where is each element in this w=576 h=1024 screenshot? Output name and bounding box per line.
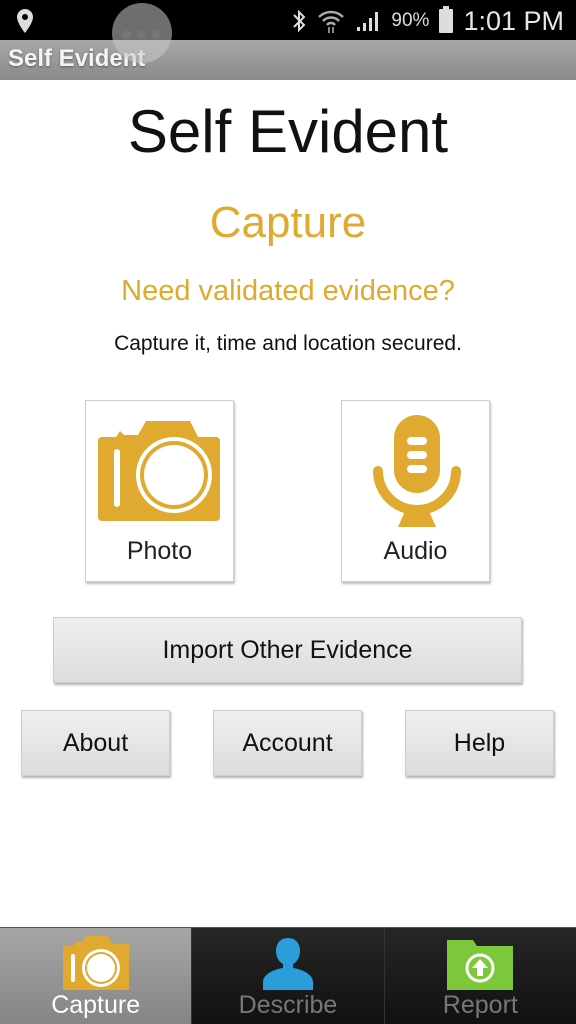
person-icon: [262, 938, 313, 990]
import-other-evidence-button[interactable]: Import Other Evidence: [53, 617, 522, 683]
photo-button[interactable]: Photo: [85, 400, 234, 582]
action-bar: Self Evident: [0, 40, 576, 80]
clock: 1:01 PM: [463, 5, 564, 36]
bottom-tab-bar: Capture Describe Report: [0, 927, 576, 1024]
folder-upload-icon: [447, 940, 514, 990]
tagline: Capture it, time and location secured.: [114, 332, 462, 355]
tab-describe-label: Describe: [238, 991, 338, 1019]
battery-percent: 90%: [391, 10, 430, 31]
app-title: Self Evident: [127, 98, 449, 165]
section-title: Capture: [209, 198, 367, 247]
tab-report-label: Report: [442, 991, 518, 1019]
location-pin-icon: [17, 9, 33, 33]
tab-report[interactable]: Report: [384, 928, 576, 1024]
camera-icon: [62, 936, 129, 990]
camera-icon: [98, 421, 220, 521]
status-bar: 90% 1:01 PM: [0, 0, 576, 63]
bluetooth-icon: [293, 9, 306, 33]
overflow-bubble-icon[interactable]: [112, 3, 172, 63]
signal-icon: [357, 12, 379, 31]
help-button[interactable]: Help: [405, 710, 554, 776]
subtitle: Need validated evidence?: [121, 275, 455, 307]
audio-label: Audio: [383, 537, 448, 565]
microphone-icon: [373, 415, 461, 527]
account-button[interactable]: Account: [213, 710, 362, 776]
battery-icon: [439, 6, 454, 33]
tab-capture[interactable]: Capture: [0, 928, 193, 1024]
tab-capture-label: Capture: [51, 991, 141, 1019]
wifi-icon: [318, 10, 345, 33]
about-button[interactable]: About: [21, 710, 170, 776]
tab-describe[interactable]: Describe: [192, 928, 385, 1024]
photo-label: Photo: [126, 537, 193, 565]
audio-button[interactable]: Audio: [341, 400, 490, 582]
